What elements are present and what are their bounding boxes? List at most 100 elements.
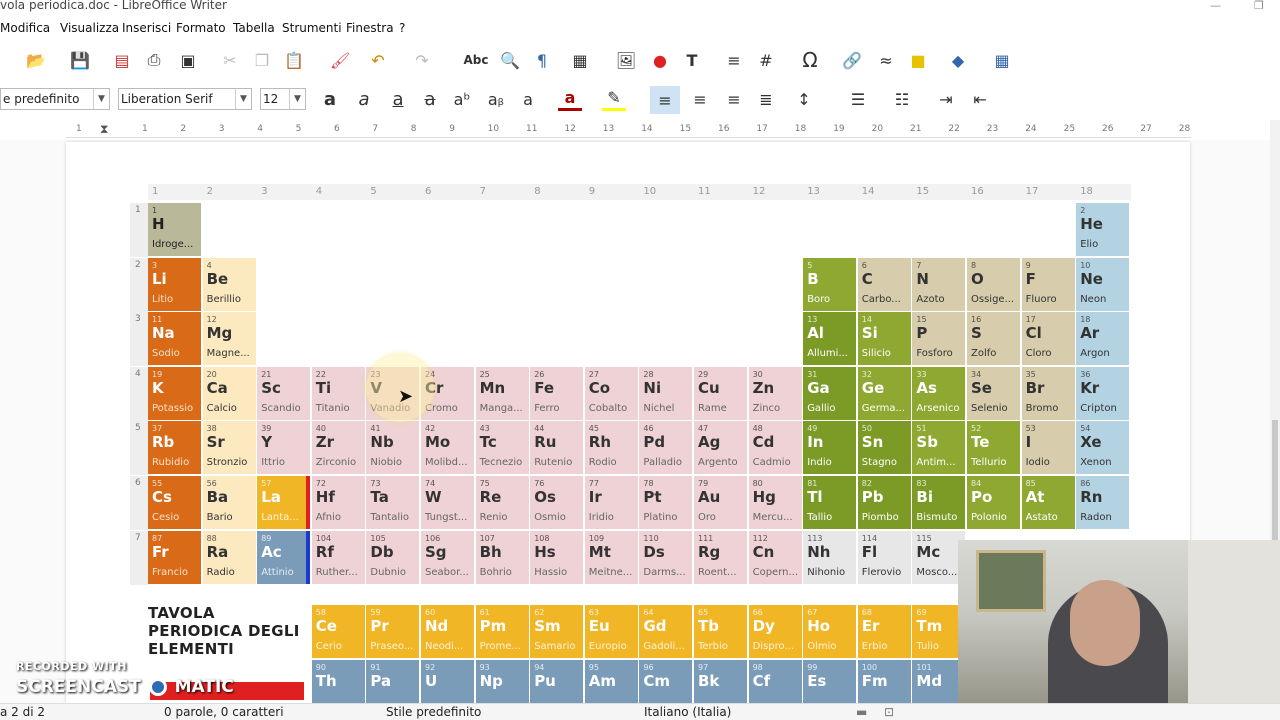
element-cell[interactable]: 31 Ga Gallio [803,366,857,420]
element-cell[interactable]: 58 Ce Cerio [311,605,365,658]
insert-field-icon[interactable]: # [754,48,778,72]
decrease-indent-icon[interactable]: ⇤ [968,87,992,111]
insert-mode-icon[interactable]: ▬ [856,705,867,719]
element-cell[interactable]: 79 Au Oro [694,476,747,529]
italic-icon[interactable]: a [352,87,376,111]
menu-finestra[interactable]: Finestra [346,21,394,35]
element-cell[interactable]: 113 Nh Nihonio [803,530,857,584]
element-cell[interactable]: 35 Br Bromo [1021,366,1075,420]
paragraph-style-select[interactable]: e predefinito ▼ [0,88,110,110]
clone-format-icon[interactable]: 🖌 [328,48,352,72]
element-cell[interactable]: 13 Al Allumi... [803,312,857,366]
element-cell[interactable]: 107 Bh Bohrio [475,530,529,584]
element-cell[interactable]: 106 Sg Seabor... [421,530,474,584]
element-cell[interactable]: 29 Cu Rame [694,366,747,420]
element-cell[interactable]: 4 Be Berillio [202,257,256,311]
element-cell[interactable]: 54 Xe Xenon [1076,421,1130,475]
element-cell[interactable]: 33 As Arsenico [912,366,966,420]
element-cell[interactable]: 38 Sr Stronzio [202,421,256,475]
element-cell[interactable]: 51 Sb Antim... [912,421,966,475]
element-cell[interactable]: 81 Tl Tallio [803,476,857,529]
justify-icon[interactable]: ≣ [754,87,778,111]
element-cell[interactable]: 76 Os Osmio [530,476,584,529]
element-cell[interactable]: 52 Te Tellurio [967,421,1020,475]
element-cell[interactable]: 87 Fr Francio [148,530,201,584]
element-cell[interactable]: 9 F Fluoro [1021,257,1075,311]
element-cell[interactable]: 40 Zr Zirconio [311,421,365,475]
element-cell[interactable]: 27 Co Cobalto [584,366,638,420]
element-cell[interactable]: 46 Pd Palladio [639,421,693,475]
element-cell[interactable]: 73 Ta Tantalio [366,476,420,529]
element-cell[interactable]: 6 C Carbo... [857,257,911,311]
element-cell[interactable]: 44 Ru Rutenio [530,421,584,475]
element-cell[interactable]: 48 Cd Cadmio [748,421,802,475]
insert-image-icon[interactable]: 🖼 [614,48,638,72]
element-cell[interactable]: 2 He Elio [1076,203,1130,256]
element-cell[interactable]: 39 Y Ittrio [257,421,311,475]
element-cell[interactable]: 15 P Fosforo [912,312,966,366]
element-cell[interactable]: 10 Ne Neon [1076,257,1130,311]
element-cell[interactable]: 30 Zn Zinco [748,366,802,420]
element-cell[interactable]: 47 Ag Argento [694,421,747,475]
element-cell[interactable]: 5 B Boro [803,257,857,311]
element-cell[interactable]: 16 S Zolfo [967,312,1020,366]
element-cell[interactable]: 41 Nb Niobio [366,421,420,475]
element-cell[interactable]: 109 Mt Meitne... [584,530,638,584]
element-cell[interactable]: 26 Fe Ferro [530,366,584,420]
element-cell[interactable]: 20 Ca Calcio [202,366,256,420]
element-cell[interactable]: 17 Cl Cloro [1021,312,1075,366]
page-style[interactable]: Stile predefinito [386,705,481,719]
element-cell[interactable]: 61 Pm Prome... [475,605,529,658]
element-cell[interactable]: 110 Ds Darms... [639,530,693,584]
element-cell[interactable]: 66 Dy Dispro... [748,605,802,658]
menu-strumenti[interactable]: Strumenti [282,21,342,35]
element-cell[interactable]: 72 Hf Afnio [311,476,365,529]
element-cell[interactable]: 19 K Potassio [148,366,201,420]
element-cell[interactable]: 42 Mo Molibd... [421,421,474,475]
element-cell[interactable]: 105 Db Dubnio [366,530,420,584]
bold-icon[interactable]: a [318,87,342,111]
element-cell[interactable]: 78 Pt Platino [639,476,693,529]
element-cell[interactable]: 7 N Azoto [912,257,966,311]
insert-chart-icon[interactable]: ● [648,48,672,72]
special-character-icon[interactable]: Ω [798,48,822,72]
paste-icon[interactable]: 📋 [282,48,306,72]
increase-indent-icon[interactable]: ⇥ [934,87,958,111]
formatting-marks-icon[interactable]: ¶ [530,48,554,72]
insert-table-icon[interactable]: ▦ [568,48,592,72]
open-icon[interactable]: 📂 [24,48,48,72]
selection-mode-icon[interactable]: ⊡ [884,705,894,719]
menu-inserisci[interactable]: Inserisci [122,21,171,35]
menu-visualizza[interactable]: Visualizza [60,21,119,35]
chevron-down-icon[interactable]: ▼ [93,89,109,109]
subscript-icon[interactable]: aᵦ [484,87,508,111]
element-cell[interactable]: 85 At Astato [1021,476,1075,529]
element-cell[interactable]: 43 Tc Tecnezio [475,421,529,475]
element-cell[interactable]: 74 W Tungst... [421,476,474,529]
shapes-icon[interactable]: ◆ [946,48,970,72]
element-cell[interactable]: 86 Rn Radon [1076,476,1130,529]
cut-icon[interactable]: ✂ [218,48,242,72]
element-cell[interactable]: 59 Pr Praseo... [366,605,420,658]
print-icon[interactable]: ⎙ [142,48,166,72]
element-cell[interactable]: 89 Ac Attinio [257,530,311,584]
bullet-list-icon[interactable]: ☰ [846,87,870,111]
redo-icon[interactable]: ↷ [410,48,434,72]
menu-tabella[interactable]: Tabella [233,21,275,35]
superscript-icon[interactable]: aᵇ [450,87,474,111]
element-cell[interactable]: 22 Ti Titanio [311,366,365,420]
element-cell[interactable]: 57 La Lanta... [257,476,311,529]
spellcheck-icon[interactable]: Abc [464,48,489,72]
chevron-down-icon[interactable]: ▼ [289,89,305,109]
font-name-select[interactable]: Liberation Serif ▼ [118,88,252,110]
element-cell[interactable]: 11 Na Sodio [148,312,201,366]
element-cell[interactable]: 8 O Ossige... [967,257,1020,311]
menu-help[interactable]: ? [399,21,405,35]
align-center-icon[interactable]: ≡ [688,87,712,111]
font-size-select[interactable]: 12 ▼ [260,88,306,110]
chevron-down-icon[interactable]: ▼ [235,89,251,109]
print-preview-icon[interactable]: ▣ [176,48,200,72]
element-cell[interactable]: 104 Rf Ruther... [311,530,365,584]
element-cell[interactable]: 18 Ar Argon [1076,312,1130,366]
find-replace-icon[interactable]: 🔍 [498,48,522,72]
